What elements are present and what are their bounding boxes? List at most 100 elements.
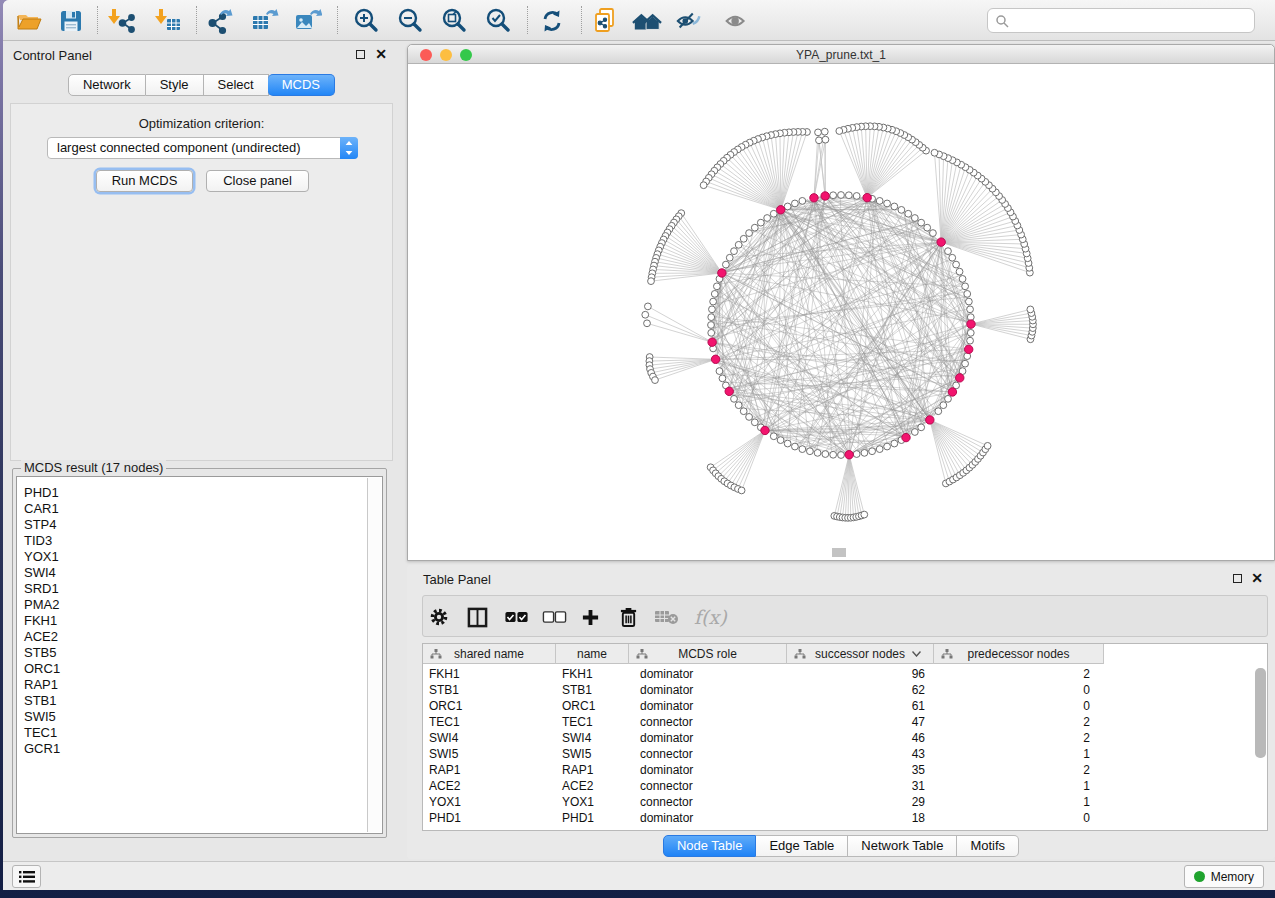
close-table-panel-icon[interactable]: ✕ <box>1251 570 1263 586</box>
memory-button[interactable]: Memory <box>1184 865 1264 888</box>
mcds-result-item[interactable]: SWI4 <box>24 565 60 581</box>
export-network-icon[interactable] <box>206 6 236 36</box>
close-panel-icon[interactable]: ✕ <box>375 46 387 62</box>
zoom-in-icon[interactable] <box>351 6 381 36</box>
tab-style[interactable]: Style <box>146 74 204 96</box>
task-history-button[interactable] <box>12 865 41 888</box>
mcds-result-item[interactable]: YOX1 <box>24 549 60 565</box>
table-settings-icon[interactable] <box>428 604 450 630</box>
column-header-shared-name[interactable]: shared name <box>423 644 556 664</box>
control-panel-header: Control Panel ✕ <box>3 42 400 68</box>
import-table-icon[interactable] <box>154 6 184 36</box>
split-panel-icon[interactable] <box>467 604 488 630</box>
cell-predecessor-nodes: 0 <box>934 683 1090 697</box>
cell-mcds-role: dominator <box>640 763 693 777</box>
mcds-list-scrollbar[interactable] <box>367 478 381 832</box>
tab-network[interactable]: Network <box>68 74 146 96</box>
column-header-predecessor-nodes[interactable]: predecessor nodes <box>934 644 1104 664</box>
table-row[interactable]: YOX1YOX1connector291 <box>423 794 1267 810</box>
save-session-icon[interactable] <box>56 6 86 36</box>
delete-table-icon[interactable] <box>654 604 680 630</box>
optimization-select[interactable]: largest connected component (undirected) <box>47 137 358 159</box>
open-network-icon[interactable] <box>14 6 44 36</box>
mcds-result-item[interactable]: TID3 <box>24 533 60 549</box>
mcds-result-item[interactable]: RAP1 <box>24 677 60 693</box>
tab-motifs[interactable]: Motifs <box>957 835 1019 857</box>
table-row[interactable]: FKH1FKH1dominator962 <box>423 666 1267 682</box>
mcds-result-item[interactable]: FKH1 <box>24 613 60 629</box>
mcds-result-item[interactable]: GCR1 <box>24 741 60 757</box>
mcds-result-item[interactable]: PMA2 <box>24 597 60 613</box>
table-row[interactable]: RAP1RAP1dominator352 <box>423 762 1267 778</box>
cell-successor-nodes: 31 <box>787 779 925 793</box>
memory-status-icon <box>1194 871 1205 882</box>
add-column-icon[interactable] <box>581 604 600 630</box>
table-row[interactable]: SWI4SWI4dominator462 <box>423 730 1267 746</box>
cell-shared-name: SWI4 <box>429 731 458 745</box>
zoom-fit-icon[interactable] <box>439 6 469 36</box>
zoom-out-icon[interactable] <box>395 6 425 36</box>
mcds-result-item[interactable]: CAR1 <box>24 501 60 517</box>
network-titlebar[interactable]: YPA_prune.txt_1 <box>408 45 1274 64</box>
clone-network-icon[interactable] <box>591 6 621 36</box>
table-row[interactable]: ACE2ACE2connector311 <box>423 778 1267 794</box>
close-panel-button[interactable]: Close panel <box>206 170 309 192</box>
show-all-icon[interactable] <box>722 6 752 36</box>
mcds-result-item[interactable]: SRD1 <box>24 581 60 597</box>
cell-successor-nodes: 29 <box>787 795 925 809</box>
cell-name: ORC1 <box>562 699 595 713</box>
mcds-result-item[interactable]: ORC1 <box>24 661 60 677</box>
cytoscape-window: Control Panel ✕ NetworkStyleSelectMCDS O… <box>3 0 1275 890</box>
mcds-result-item[interactable]: STB1 <box>24 693 60 709</box>
tab-network-table[interactable]: Network Table <box>848 835 957 857</box>
mcds-result-item[interactable]: ACE2 <box>24 629 60 645</box>
table-row[interactable]: TEC1TEC1connector472 <box>423 714 1267 730</box>
table-row[interactable]: SWI5SWI5connector431 <box>423 746 1267 762</box>
table-row[interactable]: PHD1PHD1dominator180 <box>423 810 1267 826</box>
column-header-MCDS-role[interactable]: MCDS role <box>629 644 787 664</box>
delete-column-icon[interactable] <box>619 604 638 630</box>
cell-name: YOX1 <box>562 795 594 809</box>
float-table-panel-icon[interactable] <box>1233 574 1242 583</box>
toolbar-separator <box>337 6 338 34</box>
cell-predecessor-nodes: 2 <box>934 731 1090 745</box>
mcds-result-item[interactable]: PHD1 <box>24 485 60 501</box>
select-all-icon[interactable] <box>504 604 529 630</box>
tab-select[interactable]: Select <box>204 74 269 96</box>
hide-selected-icon[interactable] <box>674 6 704 36</box>
mcds-result-item[interactable]: STB5 <box>24 645 60 661</box>
function-builder-icon[interactable]: f(x) <box>694 604 727 630</box>
tab-mcds[interactable]: MCDS <box>268 74 335 96</box>
table-row[interactable]: ORC1ORC1dominator610 <box>423 698 1267 714</box>
tab-node-table[interactable]: Node Table <box>663 835 757 857</box>
mcds-result-list[interactable]: PHD1CAR1STP4TID3YOX1SWI4SRD1PMA2FKH1ACE2… <box>16 476 383 834</box>
export-image-icon[interactable] <box>292 6 322 36</box>
table-row[interactable]: STB1STB1dominator620 <box>423 682 1267 698</box>
network-canvas[interactable] <box>408 65 1274 560</box>
network-hscroll-thumb[interactable] <box>832 548 846 557</box>
search-input[interactable] <box>987 8 1255 33</box>
cell-shared-name: ORC1 <box>429 699 462 713</box>
zoom-selected-icon[interactable] <box>483 6 513 36</box>
mcds-result-item[interactable]: SWI5 <box>24 709 60 725</box>
network-graph <box>408 65 1274 561</box>
export-table-icon[interactable] <box>249 6 279 36</box>
tab-edge-table[interactable]: Edge Table <box>756 835 848 857</box>
first-neighbors-icon[interactable] <box>632 6 662 36</box>
deselect-all-icon[interactable] <box>542 604 567 630</box>
mcds-result-item[interactable]: TEC1 <box>24 725 60 741</box>
search-icon <box>995 14 1009 28</box>
cell-predecessor-nodes: 1 <box>934 779 1090 793</box>
toolbar-separator <box>581 6 582 34</box>
column-header-name[interactable]: name <box>556 644 629 664</box>
column-header-successor-nodes[interactable]: successor nodes <box>787 644 934 664</box>
table-scrollbar-thumb[interactable] <box>1255 668 1266 758</box>
run-mcds-button[interactable]: Run MCDS <box>96 170 193 192</box>
import-network-icon[interactable] <box>107 6 137 36</box>
cell-name: RAP1 <box>562 763 593 777</box>
float-panel-icon[interactable] <box>356 50 365 59</box>
cell-mcds-role: dominator <box>640 731 693 745</box>
refresh-icon[interactable] <box>537 6 567 36</box>
mcds-result-item[interactable]: STP4 <box>24 517 60 533</box>
cell-shared-name: PHD1 <box>429 811 461 825</box>
